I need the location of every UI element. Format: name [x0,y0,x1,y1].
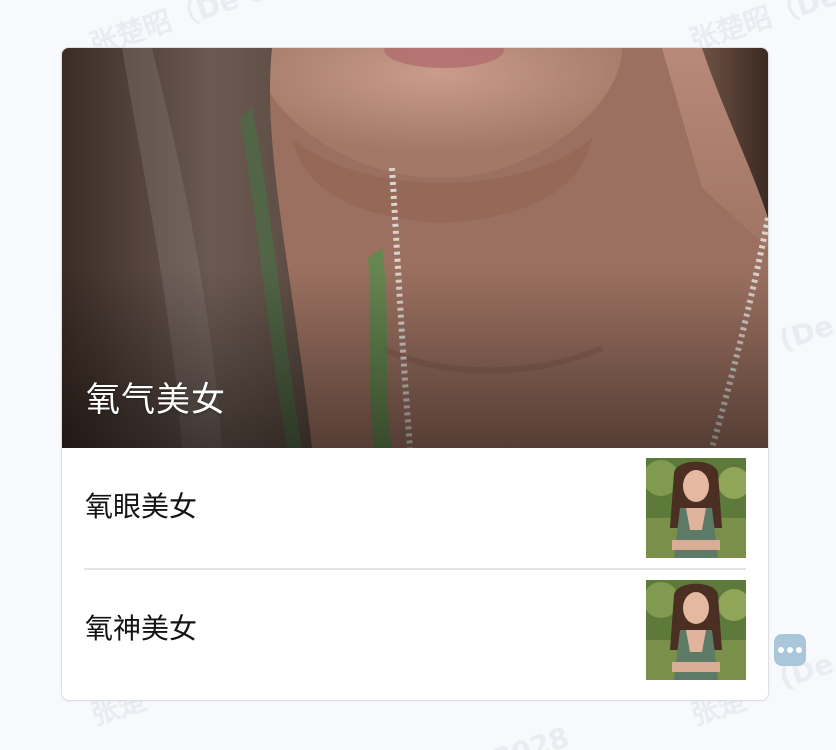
more-dots-icon [777,647,804,653]
watermark-text: (De 6 [774,300,836,358]
page: 张楚昭（De 6 张楚昭（De 6 (De 6 (De 6 张楚 张楚 3028 [0,0,836,750]
more-button[interactable] [774,634,806,666]
list-item[interactable]: 氧眼美女 [62,448,768,569]
hero-title: 氧气美女 [86,380,226,420]
list-item-thumbnail [646,580,746,680]
list-item[interactable]: 氧神美女 [62,570,768,691]
image-text-card: 氧气美女 氧眼美女 氧神美女 [61,47,769,701]
watermark-text: 3028 [488,720,574,750]
list-item-thumbnail [646,458,746,558]
hero-article[interactable]: 氧气美女 [62,48,768,448]
list-item-title: 氧神美女 [85,612,198,645]
list-item-title: 氧眼美女 [85,490,198,523]
